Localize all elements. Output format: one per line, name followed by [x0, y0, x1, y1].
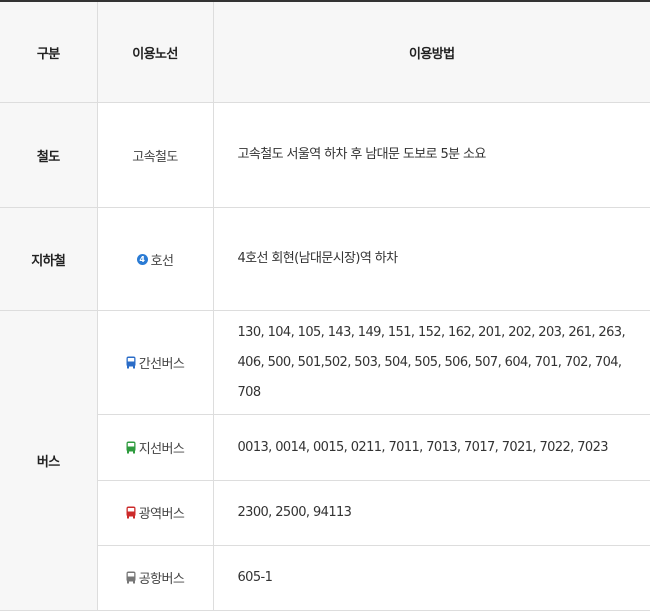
table-row-bus-express: 광역버스 2300, 2500, 94113: [0, 480, 650, 546]
line-bus-branch: 지선버스: [97, 414, 214, 481]
method-bus-airport: 605-1: [213, 545, 650, 611]
bus-icon: [126, 571, 136, 584]
line-bus-express-label: 광역버스: [138, 507, 185, 522]
route-table: 구분 이용노선 이용방법 철도 고속철도 고속철도 서울역 하차 후 남대문 도…: [0, 0, 650, 611]
line-bus-airport: 공항버스: [97, 545, 214, 611]
header-method: 이용방법: [213, 1, 650, 103]
category-bus: 버스: [0, 310, 98, 611]
header-line: 이용노선: [97, 1, 214, 103]
table-header-row: 구분 이용노선 이용방법: [0, 1, 650, 103]
method-bus-trunk: 130, 104, 105, 143, 149, 151, 152, 162, …: [213, 310, 650, 415]
table-row-rail: 철도 고속철도 고속철도 서울역 하차 후 남대문 도보로 5분 소요: [0, 102, 650, 208]
line-bus-airport-label: 공항버스: [138, 572, 185, 587]
method-subway: 4호선 회현(남대문시장)역 하차: [213, 207, 650, 311]
table-row-bus-trunk: 버스 간선버스 130, 104, 105, 143, 149, 151, 15…: [0, 310, 650, 611]
line-bus-express: 광역버스: [97, 480, 214, 546]
method-bus-branch: 0013, 0014, 0015, 0211, 7011, 7013, 7017…: [213, 414, 650, 481]
line-bus-trunk: 간선버스: [97, 310, 214, 415]
line-bus-branch-label: 지선버스: [138, 441, 185, 457]
header-category: 구분: [0, 1, 98, 103]
subway-line-4-icon: 4: [136, 253, 148, 265]
method-rail: 고속철도 서울역 하차 후 남대문 도보로 5분 소요: [213, 102, 650, 208]
line-subway-label: 호선: [150, 253, 174, 269]
table-row-bus-branch: 지선버스 0013, 0014, 0015, 0211, 7011, 7013,…: [0, 414, 650, 481]
table-row-subway: 지하철 4 호선 4호선 회현(남대문시장)역 하차: [0, 207, 650, 311]
bus-icon: [126, 441, 136, 453]
line-bus-trunk-label: 간선버스: [138, 356, 185, 372]
line-rail: 고속철도: [97, 102, 214, 208]
bus-icon: [126, 356, 136, 368]
bus-icon: [126, 506, 136, 519]
category-subway: 지하철: [0, 207, 98, 311]
category-rail: 철도: [0, 102, 98, 208]
line-subway: 4 호선: [97, 207, 214, 311]
method-bus-express: 2300, 2500, 94113: [213, 480, 650, 546]
table-row-bus-airport: 공항버스 605-1: [0, 545, 650, 611]
